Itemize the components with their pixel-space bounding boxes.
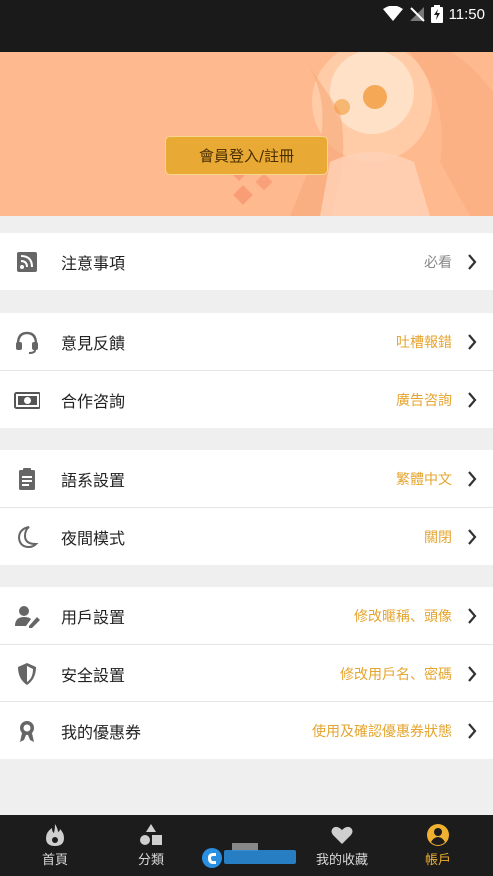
menu-item-notice[interactable]: 注意事項 必看 [0,233,493,290]
headset-icon [16,331,38,354]
night-mode-label: 夜間模式 [61,528,126,548]
feedback-value: 吐槽報錯 [396,334,452,351]
status-bar: 11:50 [0,0,493,52]
shapes-icon [140,824,162,845]
menu-item-language[interactable]: 語系設置 繁體中文 [0,450,493,507]
night-mode-value: 關閉 [424,529,452,546]
shield-icon [18,663,36,685]
coupons-label: 我的優惠券 [61,722,142,742]
tab-home-label: 首頁 [41,853,68,868]
user-edit-icon [15,606,40,628]
menu-item-coupons[interactable]: 我的優惠券 使用及確認優惠券狀態 [0,702,493,759]
menu-item-feedback[interactable]: 意見反饋 吐槽報錯 [0,313,493,370]
cooperation-value: 廣告咨詢 [396,392,452,409]
security-label: 安全設置 [61,665,126,685]
menu-item-user-settings[interactable]: 用戶設置 修改暱稱、頭像 [0,587,493,644]
account-circle-icon [427,824,449,846]
chevron-right-icon [468,334,477,350]
tab-account-label: 帳戶 [424,853,451,868]
clipboard-icon [19,468,35,490]
tab-home[interactable]: 首頁 [25,815,85,876]
chevron-right-icon [468,608,477,624]
status-time: 11:50 [448,5,485,23]
menu-item-security[interactable]: 安全設置 修改用戶名、密碼 [0,645,493,702]
wifi-icon [382,6,403,21]
chevron-right-icon [468,392,477,408]
heart-icon [331,826,353,844]
chevron-right-icon [468,666,477,682]
coupons-value: 使用及確認優惠券狀態 [312,723,452,740]
user-settings-label: 用戶設置 [61,607,126,627]
chevron-right-icon [468,471,477,487]
flame-icon [46,824,64,846]
header-illustration [229,52,493,216]
menu-item-night-mode[interactable]: 夜間模式 關閉 [0,508,493,565]
award-ribbon-icon [20,721,34,742]
notice-label: 注意事項 [61,253,126,273]
watermark-logo [202,843,296,868]
battery-charging-icon [430,5,443,23]
moon-icon [17,526,39,549]
member-login-button[interactable]: 會員登入/註冊 [165,136,328,175]
bottom-tab-bar: 首頁 分類 我的收藏 帳戶 [0,815,493,876]
rss-feed-icon [17,252,37,272]
tab-account[interactable]: 帳戶 [408,815,468,876]
status-icons: 11:50 [382,4,485,24]
menu-item-cooperation[interactable]: 合作咨詢 廣告咨詢 [0,371,493,428]
tab-favorites-label: 我的收藏 [315,853,368,868]
tab-category[interactable]: 分類 [121,815,181,876]
money-icon [14,392,40,409]
no-signal-icon [409,7,425,22]
account-header: 會員登入/註冊 [0,52,493,216]
chevron-right-icon [468,723,477,739]
tab-category-label: 分類 [137,853,164,868]
chevron-right-icon [468,529,477,545]
language-value: 繁體中文 [396,471,452,488]
user-settings-value: 修改暱稱、頭像 [354,608,452,625]
security-value: 修改用戶名、密碼 [340,666,452,683]
feedback-label: 意見反饋 [61,333,126,353]
tab-favorites[interactable]: 我的收藏 [311,815,373,876]
notice-value: 必看 [424,254,452,271]
language-label: 語系設置 [61,470,126,490]
cooperation-label: 合作咨詢 [61,391,126,411]
chevron-right-icon [468,254,477,270]
